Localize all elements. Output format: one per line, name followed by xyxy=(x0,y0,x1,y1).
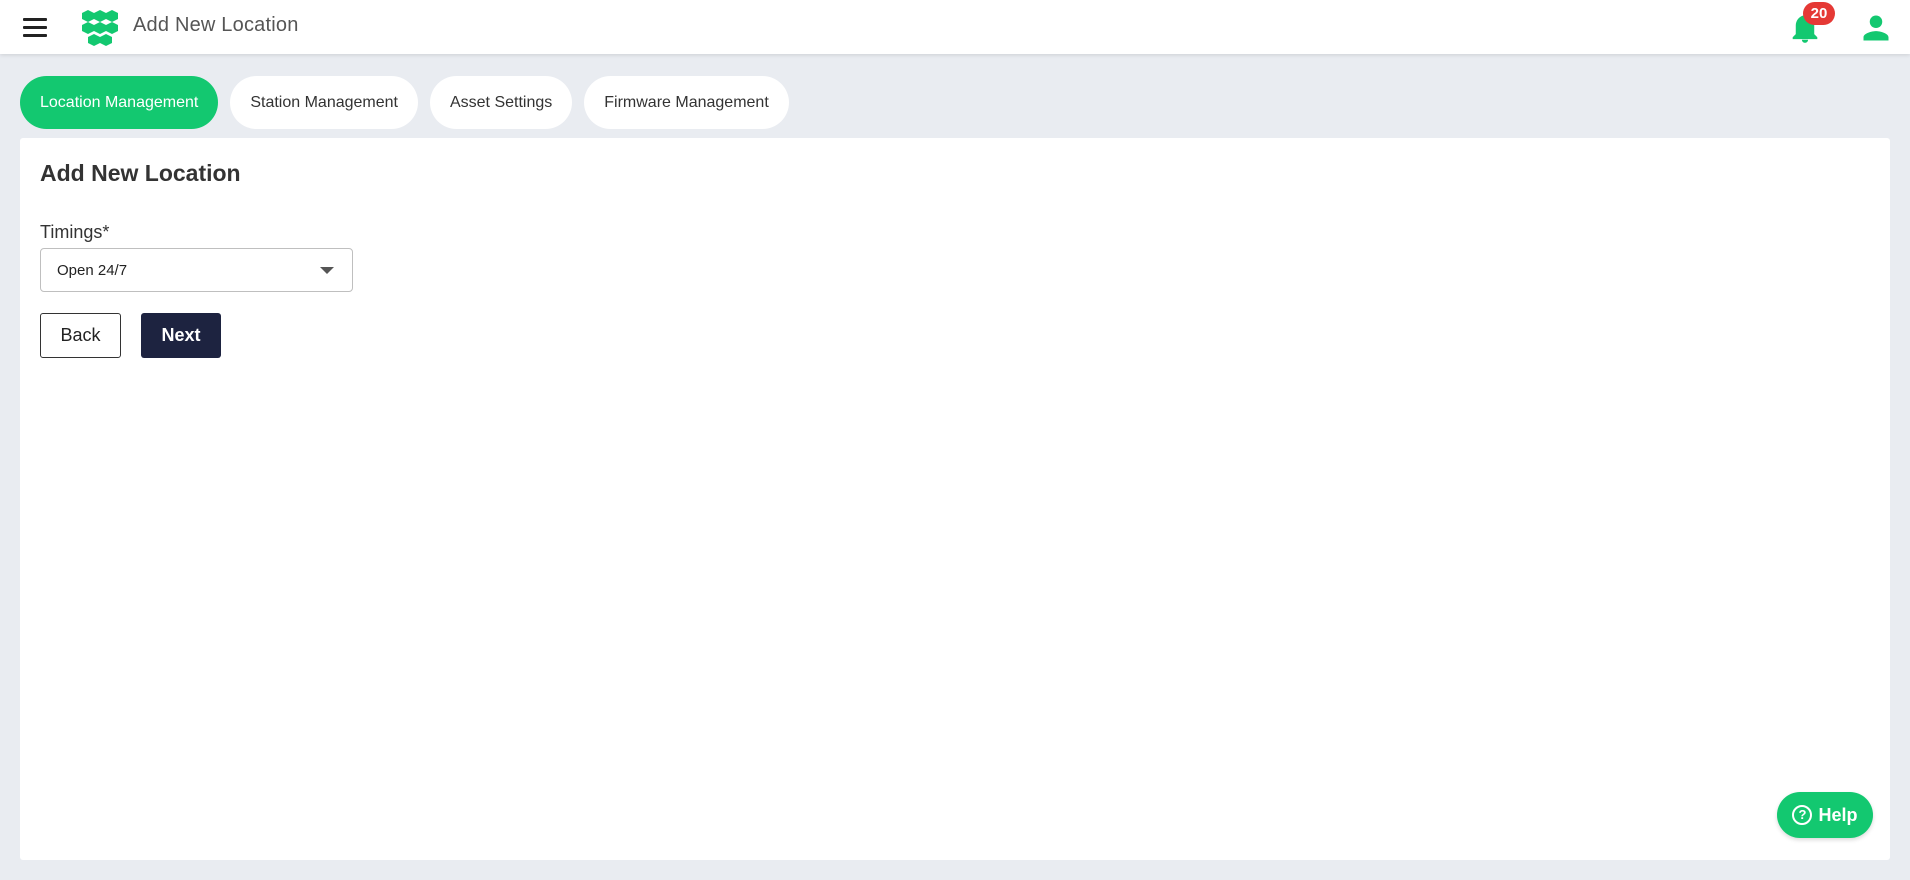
module-tabs: Location Management Station Management A… xyxy=(20,76,789,129)
app-title: Add New Location xyxy=(133,14,299,36)
timings-selected-value: Open 24/7 xyxy=(57,261,128,279)
tab-location-management[interactable]: Location Management xyxy=(20,76,219,129)
back-button[interactable]: Back xyxy=(40,313,121,358)
user-icon[interactable] xyxy=(1861,13,1891,43)
app-logo[interactable] xyxy=(78,8,120,48)
tab-firmware-management[interactable]: Firmware Management xyxy=(584,76,789,129)
timings-select[interactable]: Open 24/7 xyxy=(40,248,353,292)
question-circle-icon: ? xyxy=(1792,805,1813,825)
notification-count-badge: 20 xyxy=(1803,2,1835,25)
help-label: Help xyxy=(1818,804,1858,825)
help-button[interactable]: ? Help xyxy=(1777,792,1873,838)
next-button[interactable]: Next xyxy=(141,313,221,358)
content-card: Add New Location Timings* Open 24/7 Back… xyxy=(20,138,1890,860)
chevron-down-icon xyxy=(320,267,334,274)
hamburger-menu-icon[interactable] xyxy=(20,14,50,40)
page-title: Add New Location xyxy=(40,160,241,186)
top-bar: Add New Location 20 xyxy=(0,0,1910,54)
tab-station-management[interactable]: Station Management xyxy=(230,76,418,129)
timings-label: Timings* xyxy=(40,222,110,242)
tab-asset-settings[interactable]: Asset Settings xyxy=(429,76,573,129)
